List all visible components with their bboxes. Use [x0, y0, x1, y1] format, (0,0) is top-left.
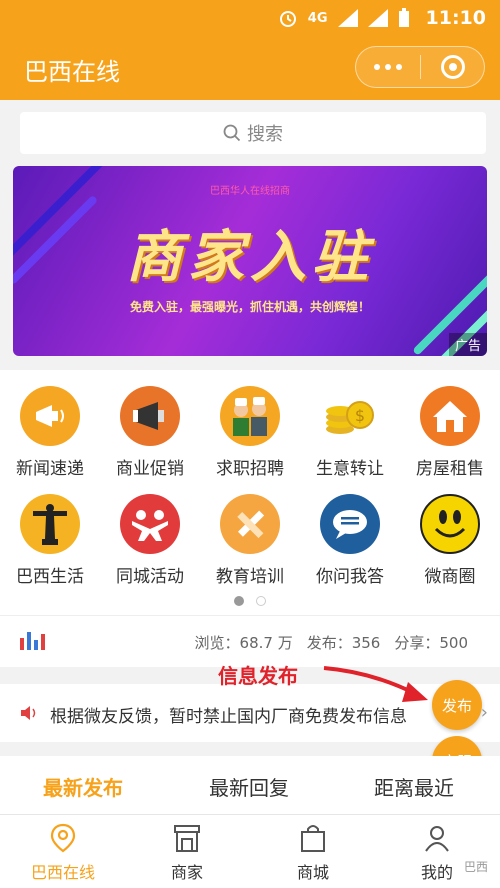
bottom-navigation: 巴西在线 商家 商城 我的	[0, 814, 500, 888]
nav-label: 我的	[420, 863, 453, 882]
megaphone-icon	[20, 386, 80, 446]
miniprogram-capsule	[355, 46, 485, 88]
category-grid: 新闻速递 商业促销 求职招聘 $ 生意转让 房屋租售 巴西生活 同城活动 教育培…	[0, 370, 500, 615]
statue-icon	[20, 494, 80, 554]
shopping-bag-icon	[301, 825, 325, 852]
page-title: 巴西在线	[24, 58, 120, 86]
house-icon	[420, 386, 480, 446]
feed-tabs: 最新发布 最新回复 距离最近	[0, 756, 500, 814]
dot-icon	[374, 64, 380, 70]
chat-icon	[320, 494, 380, 554]
smiley-icon	[420, 494, 480, 554]
category-business-transfer[interactable]: $ 生意转让	[300, 370, 400, 480]
watermark: 巴西	[463, 860, 488, 874]
category-promotion[interactable]: 商业促销	[100, 370, 200, 480]
signal-icon-2	[367, 9, 388, 27]
category-wechat-circle[interactable]: 微商圈	[400, 478, 500, 588]
publish-button[interactable]: 发布	[432, 680, 482, 730]
speaker-icon	[21, 706, 36, 720]
user-icon	[425, 826, 449, 852]
category-label: 同城活动	[116, 567, 184, 587]
dot-icon	[396, 64, 402, 70]
network-type: 4G	[307, 10, 328, 26]
banner-tagline: 免费入驻，最强曝光，抓住机遇，共创辉煌！	[129, 300, 370, 314]
search-bar[interactable]: 搜索	[20, 112, 486, 154]
pencil-ruler-icon	[220, 494, 280, 554]
people-icon	[220, 386, 280, 446]
more-button[interactable]	[356, 47, 420, 87]
close-miniprogram-button[interactable]	[421, 55, 484, 79]
category-news[interactable]: 新闻速递	[0, 370, 100, 480]
status-bar: 4G 11:10	[0, 0, 500, 36]
category-label: 商业促销	[116, 459, 184, 479]
nav-home[interactable]: 巴西在线	[13, 823, 113, 883]
annotation-label: 信息发布	[218, 664, 298, 688]
chart-icon	[20, 632, 45, 650]
category-label: 房屋租售	[416, 459, 484, 479]
loudspeaker-icon	[120, 386, 180, 446]
page-indicator	[0, 596, 500, 606]
category-housing[interactable]: 房屋租售	[400, 370, 500, 480]
stat-views: 浏览：68.7 万	[194, 634, 293, 652]
category-label: 巴西生活	[16, 567, 84, 587]
group-icon	[120, 494, 180, 554]
clock: 11:10	[425, 7, 486, 29]
tab-latest-posts[interactable]: 最新发布	[43, 772, 123, 801]
nav-label: 商家	[170, 863, 203, 882]
category-qa[interactable]: 你问我答	[300, 478, 400, 588]
tab-nearest[interactable]: 距离最近	[374, 772, 454, 801]
nav-merchants[interactable]: 商家	[137, 823, 237, 883]
category-jobs[interactable]: 求职招聘	[200, 370, 300, 480]
location-pin-icon	[50, 823, 76, 853]
category-education[interactable]: 教育培训	[200, 478, 300, 588]
tab-latest-replies[interactable]: 最新回复	[209, 772, 289, 801]
page-dot[interactable]	[256, 596, 266, 606]
page-dot-active[interactable]	[234, 596, 244, 606]
dot-icon	[385, 64, 391, 70]
category-label: 微商圈	[424, 567, 476, 587]
category-label: 教育培训	[216, 567, 284, 587]
coins-icon: $	[320, 386, 380, 446]
nav-label: 巴西在线	[30, 863, 95, 882]
search-icon	[223, 124, 241, 142]
banner-top-text: 巴西华人在线招商	[210, 186, 290, 197]
store-icon	[174, 825, 200, 852]
category-label: 生意转让	[316, 459, 384, 479]
alarm-icon	[279, 11, 296, 27]
annotation-arrow-icon	[323, 666, 428, 702]
search-placeholder: 搜索	[247, 124, 283, 145]
nav-label: 商城	[296, 863, 329, 882]
category-label: 新闻速递	[16, 459, 84, 479]
ad-label: 广告	[448, 333, 487, 356]
nav-mall[interactable]: 商城	[263, 823, 363, 883]
banner-headline: 商家入驻	[126, 224, 374, 290]
category-label: 求职招聘	[216, 459, 284, 479]
app-header: 巴西在线	[0, 36, 500, 100]
stat-shares: 分享：500	[394, 634, 468, 652]
battery-icon	[398, 8, 409, 27]
stat-posts: 发布：356	[306, 634, 381, 652]
signal-icon	[337, 9, 358, 27]
target-icon	[440, 55, 465, 79]
promo-banner[interactable]: 巴西华人在线招商 商家入驻 免费入驻，最强曝光，抓住机遇，共创辉煌！ 广告	[13, 166, 487, 356]
category-brazil-life[interactable]: 巴西生活	[0, 478, 100, 588]
svg-text:$: $	[355, 406, 365, 425]
category-label: 你问我答	[316, 567, 384, 587]
category-local-events[interactable]: 同城活动	[100, 478, 200, 588]
